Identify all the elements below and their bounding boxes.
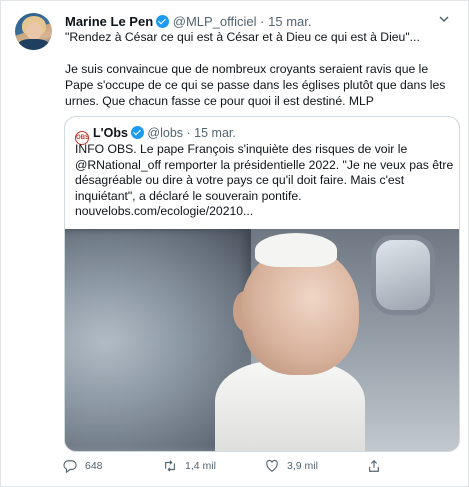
share-button[interactable]: [367, 459, 381, 473]
quoted-photo[interactable]: [65, 229, 459, 451]
tweet-text-line1: "Rendez à César ce qui est à César et à …: [65, 30, 420, 44]
quoted-author-name[interactable]: L'Obs: [93, 126, 128, 140]
like-count: 3,9 mil: [287, 460, 318, 472]
tweet-card: Marine Le Pen @MLP_officiel · 15 mar. "R…: [0, 0, 469, 487]
quoted-tweet[interactable]: OBS L'Obs @lobs · 15 mar. INFO OBS. Le pa…: [64, 116, 460, 452]
separator: ·: [186, 126, 191, 140]
author-handle[interactable]: @MLP_officiel: [173, 14, 257, 29]
quoted-text-body: INFO OBS. Le pape François s'inquiète de…: [75, 142, 454, 203]
quoted-date[interactable]: 15 mar.: [194, 126, 236, 140]
quoted-text: INFO OBS. Le pape François s'inquiète de…: [75, 142, 455, 220]
quoted-author-handle[interactable]: @lobs: [147, 126, 183, 140]
retweet-icon: [165, 460, 175, 472]
avatar[interactable]: [15, 13, 52, 50]
reply-icon: [63, 460, 77, 473]
tweet-actions: 648 1,4 mil 3,9 mil: [63, 459, 463, 477]
verified-badge-icon: [130, 126, 144, 139]
verified-badge-icon: [156, 15, 170, 28]
tweet-text-body: Je suis convaincue que de nombreux croya…: [65, 62, 446, 108]
like-button[interactable]: 3,9 mil: [265, 459, 318, 473]
airplane-window: [371, 235, 435, 315]
retweet-count: 1,4 mil: [185, 460, 216, 472]
reply-count: 648: [85, 460, 103, 472]
chevron-down-icon[interactable]: [438, 13, 450, 28]
author-name[interactable]: Marine Le Pen: [65, 14, 153, 29]
retweet-button[interactable]: 1,4 mil: [163, 459, 216, 473]
reply-button[interactable]: 648: [63, 459, 103, 473]
tweet-header: Marine Le Pen @MLP_officiel · 15 mar.: [65, 14, 312, 30]
heart-icon: [266, 459, 278, 472]
separator: ·: [260, 14, 265, 29]
tweet-date[interactable]: 15 mar.: [268, 14, 311, 29]
share-icon: [369, 459, 379, 472]
quoted-link[interactable]: nouvelobs.com/ecologie/20210...: [75, 204, 253, 218]
